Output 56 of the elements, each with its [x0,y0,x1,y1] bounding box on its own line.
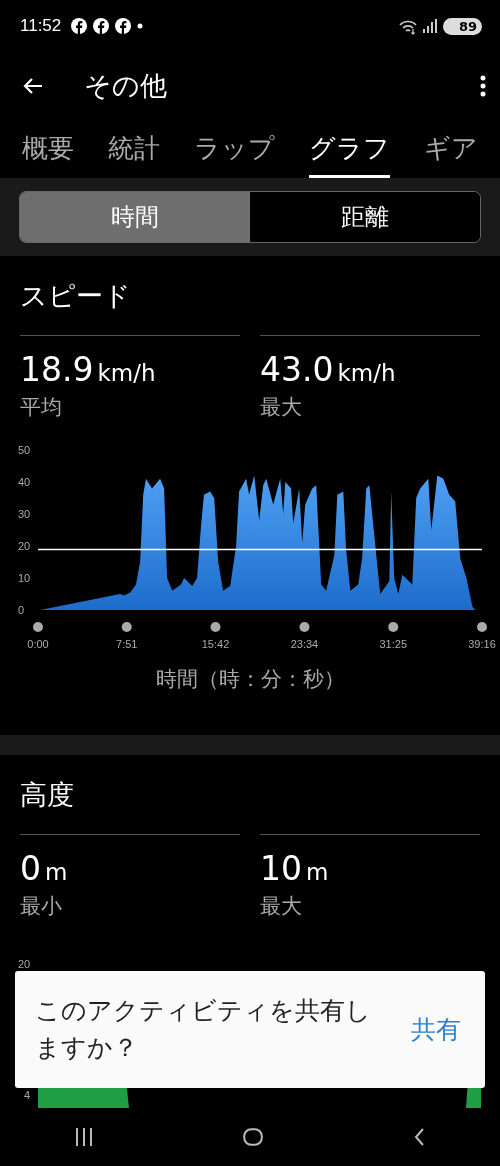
y-tick-label: 40 [18,476,31,488]
back-arrow-icon[interactable] [22,77,44,95]
dot-icon [137,23,144,29]
axis-title: 時間（時：分：秒） [155,666,345,693]
more-options-icon[interactable] [480,75,486,97]
x-tick-label: 39:16 [468,638,496,650]
tick-marker [121,622,132,632]
facebook-icon [71,18,88,34]
facebook-icon [115,18,132,34]
stat-label: 最大 [260,394,302,421]
stat-value: 10 [260,849,302,888]
tick-marker [388,622,399,632]
tick-marker [33,622,43,632]
tab[interactable]: ラップ [194,126,275,178]
x-tick-label: 7:51 [116,638,138,650]
back-icon[interactable] [413,1128,425,1146]
section-title: 高度 [20,778,74,811]
tab[interactable]: ギア [424,126,478,178]
y-tick-label: 50 [18,444,31,456]
screen-title: その他 [84,69,168,103]
battery-level: 89 [442,17,482,35]
segment-option[interactable]: 時間 [20,192,250,242]
tab[interactable]: 概要 [22,126,74,178]
y-tick-label: 30 [18,508,31,520]
facebook-icon [93,18,110,34]
y-tick-label: 10 [18,572,31,584]
stat-label: 最小 [20,893,62,920]
section-title: スピード [20,279,131,312]
x-tick-label: 0:00 [27,638,49,650]
stat-unit: m [45,859,68,885]
home-icon[interactable] [242,1128,263,1146]
stat-unit: km/h [337,360,396,386]
tab[interactable]: 統計 [108,126,160,178]
x-tick-label: 23:34 [290,638,319,650]
snackbar-message: このアクティビティを共有しますか？ [35,995,372,1064]
y-tick-label: 20 [18,540,31,552]
stat-value: 43.0 [260,350,334,389]
tick-marker [210,622,221,632]
stat-unit: m [306,859,329,885]
signal-icon [422,19,437,33]
stat-label: 平均 [20,394,62,421]
y-tick-label: 4 [24,1089,31,1101]
stat-value: 0 [20,849,41,888]
y-tick-label: 0 [18,604,25,616]
stat-label: 最大 [260,893,302,920]
tick-marker [477,622,487,632]
stat-unit: km/h [97,360,156,386]
x-tick-label: 31:25 [379,638,407,650]
stat-value: 18.9 [20,350,94,389]
status-time: 11:52 [20,16,62,36]
y-tick-label: 20 [18,958,31,970]
x-tick-label: 15:42 [201,638,230,650]
segment-option[interactable]: 距離 [250,192,480,242]
share-button[interactable]: 共有 [407,1009,465,1050]
tick-marker [299,622,310,632]
recent-apps-icon[interactable] [75,1128,92,1146]
